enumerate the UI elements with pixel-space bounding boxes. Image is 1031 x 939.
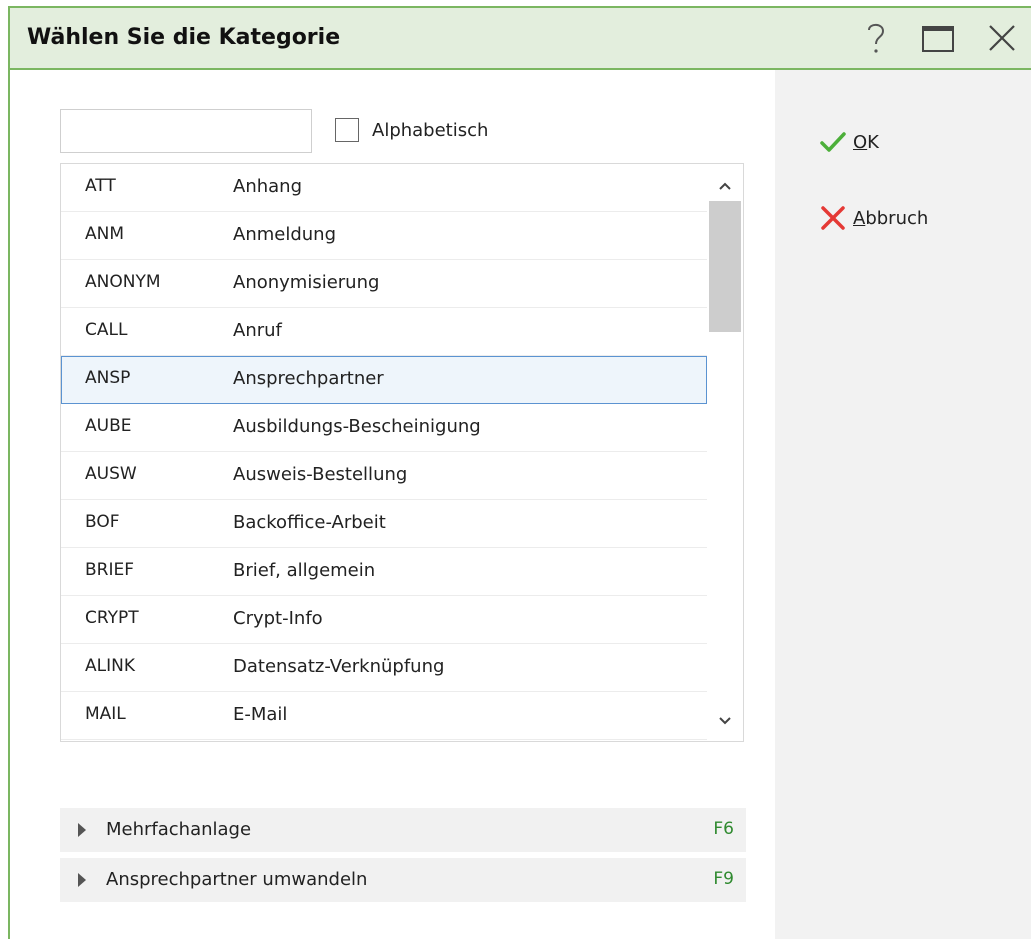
category-name: Ansprechpartner xyxy=(233,368,384,389)
cancel-button[interactable]: Abbruch xyxy=(817,202,928,234)
list-row[interactable]: CRYPT Crypt-Info xyxy=(61,596,707,644)
title-bar: Wählen Sie die Kategorie xyxy=(10,8,1031,70)
help-button[interactable] xyxy=(856,18,896,58)
category-name: Crypt-Info xyxy=(233,608,323,629)
alphabetical-label: Alphabetisch xyxy=(372,119,489,141)
function-bar-mehrfachanlage[interactable]: Mehrfachanlage F6 xyxy=(60,808,746,852)
category-code: BOF xyxy=(85,512,120,532)
category-list[interactable]: ATT Anhang ANM Anmeldung ANONYM Anonymisierun… xyxy=(60,163,744,742)
category-name: Ausweis-Bestellung xyxy=(233,464,408,485)
list-row[interactable]: BOF Backoffice-Arbeit xyxy=(61,500,707,548)
function-label: Ansprechpartner umwandeln xyxy=(106,869,368,890)
function-bar-ansprechpartner-umwandeln[interactable]: Ansprechpartner umwandeln F9 xyxy=(60,858,746,902)
list-row[interactable]: BRIEF Brief, allgemein xyxy=(61,548,707,596)
category-name: Backoffice-Arbeit xyxy=(233,512,386,533)
dialog-window: Wählen Sie die Kategorie Alphabetisch AT… xyxy=(8,6,1031,939)
function-key: F9 xyxy=(713,869,734,889)
help-icon xyxy=(868,23,885,53)
close-button[interactable] xyxy=(982,18,1022,58)
action-pane: OK Abbruch xyxy=(775,70,1031,939)
category-name: E-Mail xyxy=(233,704,288,725)
search-input[interactable] xyxy=(60,109,312,153)
category-code: ANM xyxy=(85,224,125,244)
close-icon xyxy=(989,25,1015,51)
category-code: CALL xyxy=(85,320,128,340)
scroll-down-button[interactable] xyxy=(715,711,735,731)
list-scrollbar[interactable] xyxy=(709,164,743,741)
list-row[interactable]: CALL Anruf xyxy=(61,308,707,356)
list-row[interactable]: ALINK Datensatz-Verknüpfung xyxy=(61,644,707,692)
category-name: Ausbildungs-Bescheinigung xyxy=(233,416,481,437)
category-code: ATT xyxy=(85,176,116,196)
chevron-down-icon xyxy=(719,717,731,725)
category-code: MAIL xyxy=(85,704,126,724)
category-name: Anhang xyxy=(233,176,302,197)
expand-arrow-icon xyxy=(78,823,86,837)
category-name: Anonymisierung xyxy=(233,272,380,293)
alphabetical-checkbox[interactable] xyxy=(335,118,359,142)
scroll-up-button[interactable] xyxy=(715,176,735,196)
category-name: Brief, allgemein xyxy=(233,560,376,581)
function-label: Mehrfachanlage xyxy=(106,819,252,840)
list-row[interactable]: ANSP Ansprechpartner xyxy=(61,356,707,404)
list-row[interactable]: AUSW Ausweis-Bestellung xyxy=(61,452,707,500)
category-code: ANSP xyxy=(85,368,131,388)
maximize-icon xyxy=(922,26,954,52)
list-row[interactable]: ANM Anmeldung xyxy=(61,212,707,260)
category-code: AUSW xyxy=(85,464,137,484)
category-name: Anmeldung xyxy=(233,224,336,245)
category-code: ALINK xyxy=(85,656,135,676)
list-row[interactable]: ANONYM Anonymisierung xyxy=(61,260,707,308)
category-code: BRIEF xyxy=(85,560,135,580)
checkmark-icon xyxy=(820,132,846,152)
function-key: F6 xyxy=(713,819,734,839)
list-row[interactable]: MAIL E-Mail xyxy=(61,692,707,740)
alphabetical-checkbox-group[interactable]: Alphabetisch xyxy=(335,118,488,142)
ok-button[interactable]: OK xyxy=(817,126,879,158)
list-row[interactable]: AUBE Ausbildungs-Bescheinigung xyxy=(61,404,707,452)
category-code: AUBE xyxy=(85,416,132,436)
cancel-label: Abbruch xyxy=(853,207,929,229)
dialog-title: Wählen Sie die Kategorie xyxy=(27,25,341,50)
expand-arrow-icon xyxy=(78,873,86,887)
chevron-up-icon xyxy=(719,182,731,190)
scroll-thumb[interactable] xyxy=(709,201,741,332)
cancel-x-icon xyxy=(821,206,845,230)
maximize-button[interactable] xyxy=(918,18,958,58)
list-row[interactable]: ATT Anhang xyxy=(61,164,707,212)
category-name: Datensatz-Verknüpfung xyxy=(233,656,445,677)
category-code: ANONYM xyxy=(85,272,161,292)
ok-label: OK xyxy=(853,131,879,153)
category-code: CRYPT xyxy=(85,608,139,628)
category-name: Anruf xyxy=(233,320,282,341)
